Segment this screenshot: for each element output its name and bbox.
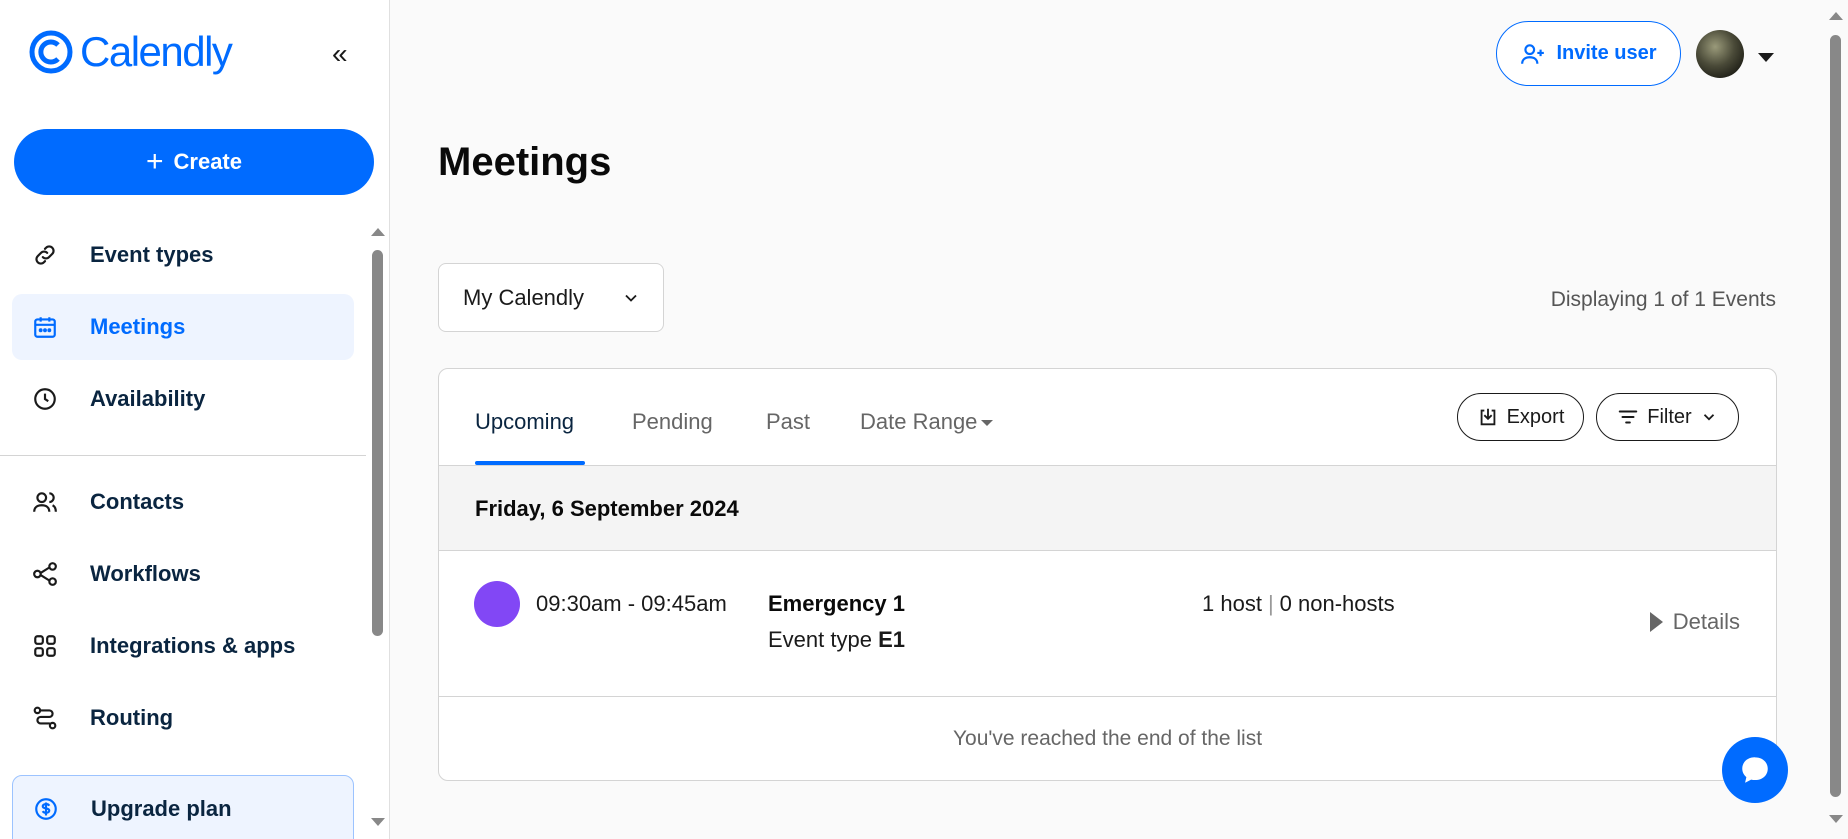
export-label: Export bbox=[1506, 405, 1565, 428]
plus-icon: + bbox=[145, 145, 164, 178]
sidebar-item-label: Routing bbox=[90, 705, 174, 730]
calendly-logo[interactable]: Calendly bbox=[28, 28, 233, 76]
collapse-sidebar-icon[interactable]: « bbox=[332, 40, 348, 68]
sidebar-item-label: Meetings bbox=[90, 314, 186, 339]
sidebar-item-routing[interactable]: Routing bbox=[12, 685, 354, 751]
chat-bubble-icon bbox=[1742, 757, 1768, 783]
filter-label: Filter bbox=[1647, 405, 1692, 428]
sidebar-item-label: Integrations & apps bbox=[90, 633, 296, 658]
filter-icon bbox=[1619, 410, 1638, 424]
sidebar-scrollbar[interactable] bbox=[372, 250, 383, 636]
active-tab-indicator bbox=[475, 461, 585, 465]
details-toggle[interactable]: Details bbox=[1649, 609, 1740, 635]
contacts-icon bbox=[32, 489, 80, 515]
sidebar-scroll-up[interactable] bbox=[371, 228, 385, 236]
dollar-icon bbox=[33, 796, 81, 822]
sidebar-item-label: Availability bbox=[90, 386, 206, 411]
create-button[interactable]: + Create bbox=[14, 129, 374, 195]
chat-support-button[interactable] bbox=[1722, 737, 1788, 803]
chevron-down-icon bbox=[625, 294, 637, 302]
event-name: Emergency 1 bbox=[768, 591, 905, 616]
tab-pending[interactable]: Pending bbox=[632, 409, 713, 435]
sidebar-item-meetings[interactable]: Meetings bbox=[12, 294, 354, 360]
event-time: 09:30am - 09:45am bbox=[536, 591, 727, 616]
chevron-down-icon bbox=[1703, 414, 1714, 421]
clock-icon bbox=[32, 386, 80, 412]
events-count: Displaying 1 of 1 Events bbox=[1550, 288, 1776, 311]
calendar-select[interactable]: My Calendly bbox=[438, 263, 664, 332]
page-scroll-up[interactable] bbox=[1829, 12, 1843, 20]
upgrade-plan-item[interactable]: Upgrade plan bbox=[13, 776, 353, 839]
sidebar-item-label: Event types bbox=[90, 242, 214, 267]
page-title: Meetings bbox=[438, 140, 612, 184]
tab-date-range-label: Date Range bbox=[860, 409, 978, 434]
sidebar-item-label: Contacts bbox=[90, 489, 185, 514]
caret-down-icon bbox=[981, 420, 994, 427]
date-heading: Friday, 6 September 2024 bbox=[475, 496, 739, 521]
date-group-header: Friday, 6 September 2024 bbox=[439, 466, 1776, 551]
sidebar-item-integrations[interactable]: Integrations & apps bbox=[12, 613, 354, 679]
routing-icon bbox=[32, 705, 80, 731]
account-menu-chevron-icon[interactable] bbox=[1758, 53, 1774, 62]
tab-bar: Upcoming Pending Past Date Range Export … bbox=[439, 369, 1776, 466]
sidebar-item-availability[interactable]: Availability bbox=[12, 366, 354, 432]
avatar[interactable] bbox=[1696, 30, 1744, 78]
end-of-list-message: You've reached the end of the list bbox=[952, 727, 1263, 750]
calendar-select-value: My Calendly bbox=[463, 284, 585, 310]
sidebar-scroll-down[interactable] bbox=[371, 818, 385, 826]
brand-name: Calendly bbox=[80, 28, 233, 75]
event-color-dot bbox=[474, 581, 520, 627]
tab-upcoming[interactable]: Upcoming bbox=[475, 409, 574, 435]
calendly-logo-icon bbox=[29, 30, 73, 74]
sidebar-item-event-types[interactable]: Event types bbox=[12, 222, 354, 288]
sidebar-item-contacts[interactable]: Contacts bbox=[12, 469, 354, 535]
host-separator: | bbox=[1267, 591, 1274, 616]
host-count: 1 host bbox=[1202, 591, 1262, 616]
meetings-card: Upcoming Pending Past Date Range Export … bbox=[438, 368, 1777, 781]
link-icon bbox=[32, 242, 80, 268]
create-label: Create bbox=[173, 149, 242, 174]
sidebar-item-label: Workflows bbox=[90, 561, 201, 586]
invite-user-label: Invite user bbox=[1556, 42, 1657, 64]
sidebar: Calendly « + Create Event types Meetings… bbox=[0, 0, 390, 839]
page-scroll-down[interactable] bbox=[1829, 815, 1843, 823]
tab-date-range[interactable]: Date Range bbox=[860, 409, 994, 435]
export-icon bbox=[1480, 408, 1495, 426]
export-button[interactable]: Export bbox=[1457, 393, 1584, 441]
event-type-prefix: Event type bbox=[768, 627, 872, 652]
caret-right-icon bbox=[1649, 612, 1663, 632]
invite-user-button[interactable]: Invite user bbox=[1496, 21, 1681, 86]
upgrade-plan-card[interactable]: Upgrade plan bbox=[12, 775, 354, 839]
event-type: Event type E1 bbox=[768, 627, 905, 653]
sidebar-divider bbox=[0, 455, 366, 456]
upgrade-plan-label: Upgrade plan bbox=[91, 796, 232, 821]
event-row[interactable]: 09:30am - 09:45am Emergency 1 Event type… bbox=[439, 551, 1776, 697]
event-type-code: E1 bbox=[878, 627, 905, 652]
tab-past[interactable]: Past bbox=[766, 409, 810, 435]
event-hosts: 1 host | 0 non-hosts bbox=[1202, 591, 1395, 617]
workflow-icon bbox=[32, 561, 80, 587]
apps-grid-icon bbox=[32, 633, 80, 659]
non-host-count: 0 non-hosts bbox=[1279, 591, 1395, 616]
sidebar-item-workflows[interactable]: Workflows bbox=[12, 541, 354, 607]
add-user-icon bbox=[1521, 43, 1545, 64]
details-label: Details bbox=[1672, 609, 1740, 634]
filter-button[interactable]: Filter bbox=[1596, 393, 1739, 441]
page-scrollbar[interactable] bbox=[1830, 35, 1841, 797]
calendar-icon bbox=[32, 314, 80, 340]
